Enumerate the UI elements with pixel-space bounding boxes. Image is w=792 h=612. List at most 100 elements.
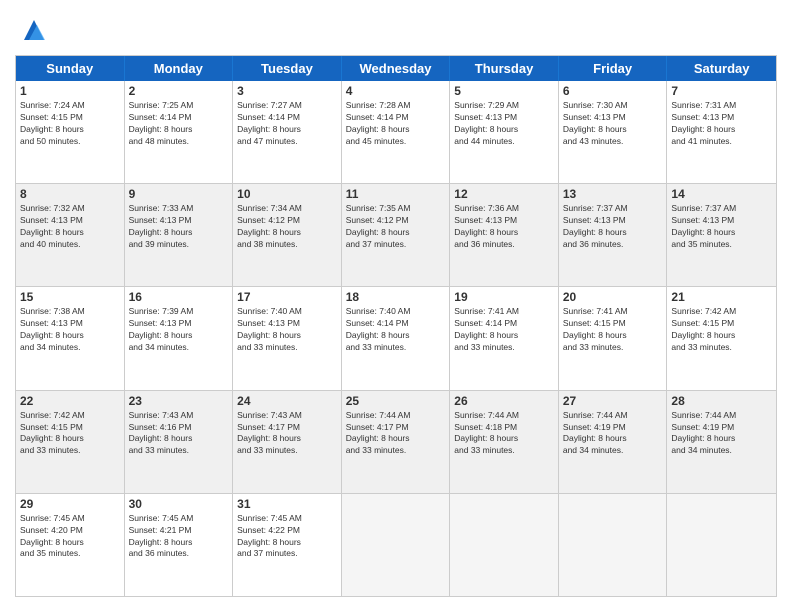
day-cell-31: 31 Sunrise: 7:45 AMSunset: 4:22 PMDayligh…: [233, 494, 342, 596]
cell-content: Sunrise: 7:35 AMSunset: 4:12 PMDaylight:…: [346, 203, 446, 251]
day-number: 7: [671, 84, 772, 98]
day-number: 20: [563, 290, 663, 304]
day-number: 5: [454, 84, 554, 98]
day-number: 28: [671, 394, 772, 408]
day-cell-21: 21 Sunrise: 7:42 AMSunset: 4:15 PMDayligh…: [667, 287, 776, 389]
cell-content: Sunrise: 7:27 AMSunset: 4:14 PMDaylight:…: [237, 100, 337, 148]
calendar-body: 1 Sunrise: 7:24 AMSunset: 4:15 PMDaylight…: [16, 81, 776, 596]
cell-content: Sunrise: 7:44 AMSunset: 4:18 PMDaylight:…: [454, 410, 554, 458]
day-number: 6: [563, 84, 663, 98]
empty-cell: [667, 494, 776, 596]
cell-content: Sunrise: 7:44 AMSunset: 4:17 PMDaylight:…: [346, 410, 446, 458]
cell-content: Sunrise: 7:25 AMSunset: 4:14 PMDaylight:…: [129, 100, 229, 148]
cell-content: Sunrise: 7:29 AMSunset: 4:13 PMDaylight:…: [454, 100, 554, 148]
cell-content: Sunrise: 7:44 AMSunset: 4:19 PMDaylight:…: [563, 410, 663, 458]
cell-content: Sunrise: 7:34 AMSunset: 4:12 PMDaylight:…: [237, 203, 337, 251]
cell-content: Sunrise: 7:33 AMSunset: 4:13 PMDaylight:…: [129, 203, 229, 251]
day-number: 2: [129, 84, 229, 98]
cell-content: Sunrise: 7:41 AMSunset: 4:15 PMDaylight:…: [563, 306, 663, 354]
cell-content: Sunrise: 7:40 AMSunset: 4:14 PMDaylight:…: [346, 306, 446, 354]
cell-content: Sunrise: 7:44 AMSunset: 4:19 PMDaylight:…: [671, 410, 772, 458]
day-cell-10: 10 Sunrise: 7:34 AMSunset: 4:12 PMDayligh…: [233, 184, 342, 286]
cell-content: Sunrise: 7:39 AMSunset: 4:13 PMDaylight:…: [129, 306, 229, 354]
cell-content: Sunrise: 7:45 AMSunset: 4:21 PMDaylight:…: [129, 513, 229, 561]
day-cell-23: 23 Sunrise: 7:43 AMSunset: 4:16 PMDayligh…: [125, 391, 234, 493]
day-number: 26: [454, 394, 554, 408]
day-cell-13: 13Sunrise: 7:37 AMSunset: 4:13 PMDayligh…: [559, 184, 668, 286]
cell-content: Sunrise: 7:43 AMSunset: 4:16 PMDaylight:…: [129, 410, 229, 458]
header-day-tuesday: Tuesday: [233, 56, 342, 81]
cell-content: Sunrise: 7:42 AMSunset: 4:15 PMDaylight:…: [671, 306, 772, 354]
day-number: 15: [20, 290, 120, 304]
cell-content: Sunrise: 7:24 AMSunset: 4:15 PMDaylight:…: [20, 100, 120, 148]
day-number: 14: [671, 187, 772, 201]
empty-cell: [559, 494, 668, 596]
cell-content: Sunrise: 7:36 AMSunset: 4:13 PMDaylight:…: [454, 203, 554, 251]
calendar-week-4: 22Sunrise: 7:42 AMSunset: 4:15 PMDayligh…: [16, 391, 776, 494]
day-cell-30: 30 Sunrise: 7:45 AMSunset: 4:21 PMDayligh…: [125, 494, 234, 596]
cell-content: Sunrise: 7:37 AMSunset: 4:13 PMDaylight:…: [671, 203, 772, 251]
header-day-sunday: Sunday: [16, 56, 125, 81]
cell-content: Sunrise: 7:38 AMSunset: 4:13 PMDaylight:…: [20, 306, 120, 354]
day-number: 19: [454, 290, 554, 304]
day-cell-14: 14 Sunrise: 7:37 AMSunset: 4:13 PMDayligh…: [667, 184, 776, 286]
cell-content: Sunrise: 7:45 AMSunset: 4:22 PMDaylight:…: [237, 513, 337, 561]
day-number: 21: [671, 290, 772, 304]
day-number: 3: [237, 84, 337, 98]
day-cell-17: 17Sunrise: 7:40 AMSunset: 4:13 PMDayligh…: [233, 287, 342, 389]
day-cell-22: 22Sunrise: 7:42 AMSunset: 4:15 PMDayligh…: [16, 391, 125, 493]
day-number: 29: [20, 497, 120, 511]
day-cell-15: 15 Sunrise: 7:38 AMSunset: 4:13 PMDayligh…: [16, 287, 125, 389]
empty-cell: [342, 494, 451, 596]
day-number: 25: [346, 394, 446, 408]
cell-content: Sunrise: 7:45 AMSunset: 4:20 PMDaylight:…: [20, 513, 120, 561]
header-day-thursday: Thursday: [450, 56, 559, 81]
day-cell-2: 2 Sunrise: 7:25 AMSunset: 4:14 PMDaylight…: [125, 81, 234, 183]
calendar-week-3: 15 Sunrise: 7:38 AMSunset: 4:13 PMDayligh…: [16, 287, 776, 390]
day-cell-24: 24 Sunrise: 7:43 AMSunset: 4:17 PMDayligh…: [233, 391, 342, 493]
day-cell-1: 1 Sunrise: 7:24 AMSunset: 4:15 PMDaylight…: [16, 81, 125, 183]
day-number: 16: [129, 290, 229, 304]
day-number: 10: [237, 187, 337, 201]
day-cell-20: 20 Sunrise: 7:41 AMSunset: 4:15 PMDayligh…: [559, 287, 668, 389]
day-cell-26: 26 Sunrise: 7:44 AMSunset: 4:18 PMDayligh…: [450, 391, 559, 493]
day-cell-8: 8 Sunrise: 7:32 AMSunset: 4:13 PMDaylight…: [16, 184, 125, 286]
header-day-monday: Monday: [125, 56, 234, 81]
header: [15, 15, 777, 45]
day-cell-28: 28 Sunrise: 7:44 AMSunset: 4:19 PMDayligh…: [667, 391, 776, 493]
day-number: 1: [20, 84, 120, 98]
day-number: 24: [237, 394, 337, 408]
day-cell-19: 19 Sunrise: 7:41 AMSunset: 4:14 PMDayligh…: [450, 287, 559, 389]
day-number: 30: [129, 497, 229, 511]
calendar-week-2: 8 Sunrise: 7:32 AMSunset: 4:13 PMDaylight…: [16, 184, 776, 287]
day-number: 8: [20, 187, 120, 201]
cell-content: Sunrise: 7:32 AMSunset: 4:13 PMDaylight:…: [20, 203, 120, 251]
day-number: 23: [129, 394, 229, 408]
day-cell-5: 5 Sunrise: 7:29 AMSunset: 4:13 PMDaylight…: [450, 81, 559, 183]
header-day-wednesday: Wednesday: [342, 56, 451, 81]
header-day-friday: Friday: [559, 56, 668, 81]
empty-cell: [450, 494, 559, 596]
cell-content: Sunrise: 7:31 AMSunset: 4:13 PMDaylight:…: [671, 100, 772, 148]
calendar-week-1: 1 Sunrise: 7:24 AMSunset: 4:15 PMDaylight…: [16, 81, 776, 184]
day-number: 9: [129, 187, 229, 201]
day-cell-18: 18Sunrise: 7:40 AMSunset: 4:14 PMDayligh…: [342, 287, 451, 389]
cell-content: Sunrise: 7:41 AMSunset: 4:14 PMDaylight:…: [454, 306, 554, 354]
logo: [15, 15, 49, 45]
day-cell-3: 3 Sunrise: 7:27 AMSunset: 4:14 PMDaylight…: [233, 81, 342, 183]
cell-content: Sunrise: 7:30 AMSunset: 4:13 PMDaylight:…: [563, 100, 663, 148]
cell-content: Sunrise: 7:42 AMSunset: 4:15 PMDaylight:…: [20, 410, 120, 458]
day-number: 13: [563, 187, 663, 201]
day-number: 31: [237, 497, 337, 511]
calendar-header: SundayMondayTuesdayWednesdayThursdayFrid…: [16, 56, 776, 81]
cell-content: Sunrise: 7:40 AMSunset: 4:13 PMDaylight:…: [237, 306, 337, 354]
cell-content: Sunrise: 7:43 AMSunset: 4:17 PMDaylight:…: [237, 410, 337, 458]
day-cell-6: 6 Sunrise: 7:30 AMSunset: 4:13 PMDaylight…: [559, 81, 668, 183]
calendar: SundayMondayTuesdayWednesdayThursdayFrid…: [15, 55, 777, 597]
day-cell-4: 4 Sunrise: 7:28 AMSunset: 4:14 PMDaylight…: [342, 81, 451, 183]
day-cell-12: 12 Sunrise: 7:36 AMSunset: 4:13 PMDayligh…: [450, 184, 559, 286]
cell-content: Sunrise: 7:28 AMSunset: 4:14 PMDaylight:…: [346, 100, 446, 148]
header-day-saturday: Saturday: [667, 56, 776, 81]
day-number: 4: [346, 84, 446, 98]
day-number: 12: [454, 187, 554, 201]
